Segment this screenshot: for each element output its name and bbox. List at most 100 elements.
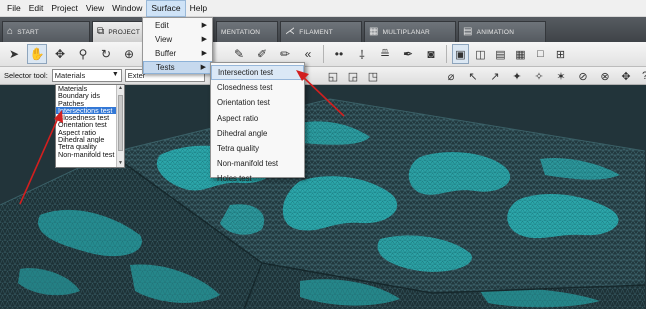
rotate-icon[interactable]: ↻ bbox=[96, 44, 116, 64]
workspace-tab-bar: ⌂ START ⧉ PROJECT MENTATION ⋌ FILAMENT ▦… bbox=[0, 17, 646, 42]
tab-animation[interactable]: ▤ ANIMATION bbox=[458, 21, 546, 42]
multiplanar-icon: ▦ bbox=[369, 26, 379, 37]
menu-bar: File Edit Project View Window Surface He… bbox=[0, 0, 646, 17]
menu-view[interactable]: View bbox=[82, 0, 108, 17]
chevron-right-icon: ▶ bbox=[201, 22, 207, 29]
tab-label: FILAMENT bbox=[299, 28, 333, 36]
surface-menu: Edit ▶ View ▶ Buffer ▶ Tests ▶ bbox=[142, 17, 213, 74]
pen-icon[interactable]: ✒ bbox=[398, 44, 418, 64]
chevron-right-icon: ▶ bbox=[201, 50, 207, 57]
brush-tool-icon[interactable]: ✎ bbox=[229, 44, 249, 64]
list-item[interactable]: Materials bbox=[56, 85, 117, 92]
filament-icon: ⋌ bbox=[285, 26, 296, 37]
list-item[interactable]: Closedness test bbox=[56, 114, 117, 121]
select-arrow-icon[interactable]: ➤ bbox=[4, 44, 24, 64]
layout-single-icon[interactable]: ▣ bbox=[452, 44, 469, 64]
chevron-right-icon: ▶ bbox=[200, 64, 206, 71]
main-toolbar: ➤ ✋ ✥ ⚲ ↻ ⊕ ✎ ✐ ✏ « •• ⸸ ≞ ✒ ◙ ▣ ◫ ▤ ▦ □… bbox=[0, 42, 646, 67]
surface-menu-tests[interactable]: Tests ▶ bbox=[143, 61, 212, 74]
menu-file[interactable]: File bbox=[3, 0, 25, 17]
layout-three-icon[interactable]: ▤ bbox=[492, 44, 509, 64]
circle-slash-icon[interactable]: ⊗ bbox=[596, 67, 614, 85]
layout-two-icon[interactable]: ◫ bbox=[472, 44, 489, 64]
selector-tool-row: Selector tool: Materials ▼ Exter ◱ ◲ ◳ ⌀… bbox=[0, 67, 646, 85]
chevron-right-icon: ▶ bbox=[201, 36, 207, 43]
cross-select-icon[interactable]: ✶ bbox=[552, 67, 570, 85]
list-item[interactable]: Aspect ratio bbox=[56, 129, 117, 136]
magic-wand-icon[interactable]: ✦ bbox=[508, 67, 526, 85]
zoom-icon[interactable]: ⚲ bbox=[73, 44, 93, 64]
brush-plus-icon[interactable]: ✏ bbox=[275, 44, 295, 64]
selector-tool-combobox[interactable]: Materials ▼ bbox=[51, 69, 122, 82]
lasso-icon[interactable]: « bbox=[298, 44, 318, 64]
tab-segmentation[interactable]: MENTATION bbox=[216, 21, 278, 42]
menu-item-label: Edit bbox=[155, 21, 169, 30]
layout-empty-icon[interactable]: □ bbox=[532, 44, 549, 64]
probe-icon[interactable]: ⸸ bbox=[352, 44, 372, 64]
menu-edit[interactable]: Edit bbox=[25, 0, 48, 17]
scroll-up-icon[interactable]: ▲ bbox=[117, 85, 124, 92]
menu-item-intersection-test[interactable]: Intersection test bbox=[211, 65, 304, 81]
list-item-selected[interactable]: Intersections test bbox=[56, 106, 117, 115]
selector-tool-list: Materials Boundary ids Patches Intersect… bbox=[55, 84, 125, 168]
tab-label: MENTATION bbox=[221, 28, 261, 36]
add-edge-icon[interactable]: ◲ bbox=[344, 67, 362, 85]
tests-submenu: Intersection test Closedness test Orient… bbox=[210, 62, 305, 183]
pointer-select-icon[interactable]: ↖ bbox=[464, 67, 482, 85]
list-item[interactable]: Orientation test bbox=[56, 121, 117, 128]
move-cross-icon[interactable]: ✥ bbox=[50, 44, 70, 64]
hand-pan-icon[interactable]: ✋ bbox=[27, 44, 47, 64]
list-item[interactable]: Patches bbox=[56, 100, 117, 107]
menu-surface[interactable]: Surface bbox=[146, 0, 186, 17]
list-item[interactable]: Tetra quality bbox=[56, 143, 117, 150]
list-item[interactable]: Dihedral angle bbox=[56, 136, 117, 143]
menu-item-label: View bbox=[155, 35, 173, 44]
menu-item-label: Tests bbox=[156, 63, 175, 72]
tab-multiplanar[interactable]: ▦ MULTIPLANAR bbox=[364, 21, 456, 42]
camera-icon[interactable]: ◙ bbox=[421, 44, 441, 64]
tab-filament[interactable]: ⋌ FILAMENT bbox=[280, 21, 362, 42]
tab-label: MULTIPLANAR bbox=[382, 28, 430, 36]
menu-help[interactable]: Help bbox=[186, 0, 211, 17]
list-scrollbar[interactable]: ▲ ▼ bbox=[116, 85, 124, 167]
add-face-icon[interactable]: ◱ bbox=[324, 67, 342, 85]
tab-start[interactable]: ⌂ START bbox=[2, 21, 90, 42]
scroll-thumb[interactable] bbox=[118, 95, 123, 151]
circle-select-icon[interactable]: ⊘ bbox=[574, 67, 592, 85]
surface-menu-view[interactable]: View ▶ bbox=[143, 33, 212, 46]
orbit-icon[interactable]: ⊕ bbox=[119, 44, 139, 64]
menu-item-orientation-test[interactable]: Orientation test bbox=[211, 95, 304, 110]
add-component-icon[interactable]: ◳ bbox=[364, 67, 382, 85]
menu-item-non-manifold-test[interactable]: Non-manifold test bbox=[211, 156, 304, 171]
menu-item-aspect-ratio[interactable]: Aspect ratio bbox=[211, 111, 304, 126]
tab-label: START bbox=[17, 28, 39, 36]
split-select-icon[interactable]: ✧ bbox=[530, 67, 548, 85]
list-item[interactable]: Non-manifold test bbox=[56, 151, 117, 158]
tab-label: PROJECT bbox=[108, 28, 141, 36]
brush-minus-icon[interactable]: ✐ bbox=[252, 44, 272, 64]
menu-item-label: Buffer bbox=[155, 49, 177, 58]
animation-icon: ▤ bbox=[463, 26, 473, 37]
pointer-plus-icon[interactable]: ↗ bbox=[486, 67, 504, 85]
home-icon: ⌂ bbox=[7, 26, 14, 37]
surface-menu-buffer[interactable]: Buffer ▶ bbox=[143, 47, 212, 60]
menu-item-tetra-quality[interactable]: Tetra quality bbox=[211, 141, 304, 156]
menu-item-dihedral-angle[interactable]: Dihedral angle bbox=[211, 126, 304, 141]
layout-four-icon[interactable]: ▦ bbox=[512, 44, 529, 64]
lasso-select-icon[interactable]: ⌀ bbox=[442, 67, 460, 85]
dots-icon[interactable]: •• bbox=[329, 44, 349, 64]
move-handle-icon[interactable]: ✥ bbox=[617, 67, 635, 85]
toolbar-separator bbox=[323, 45, 324, 63]
menu-project[interactable]: Project bbox=[47, 0, 81, 17]
surface-menu-edit[interactable]: Edit ▶ bbox=[143, 19, 212, 32]
menu-item-holes-test[interactable]: Holes test bbox=[211, 171, 304, 186]
menu-window[interactable]: Window bbox=[108, 0, 146, 17]
selector-tool-label: Selector tool: bbox=[4, 71, 48, 80]
measure-icon[interactable]: ≞ bbox=[375, 44, 395, 64]
menu-item-closedness-test[interactable]: Closedness test bbox=[211, 80, 304, 95]
list-item[interactable]: Boundary ids bbox=[56, 92, 117, 99]
layout-grid-icon[interactable]: ⊞ bbox=[552, 44, 569, 64]
scroll-down-icon[interactable]: ▼ bbox=[117, 160, 124, 167]
help-icon[interactable]: ? bbox=[636, 67, 646, 85]
chevron-down-icon: ▼ bbox=[111, 71, 119, 78]
